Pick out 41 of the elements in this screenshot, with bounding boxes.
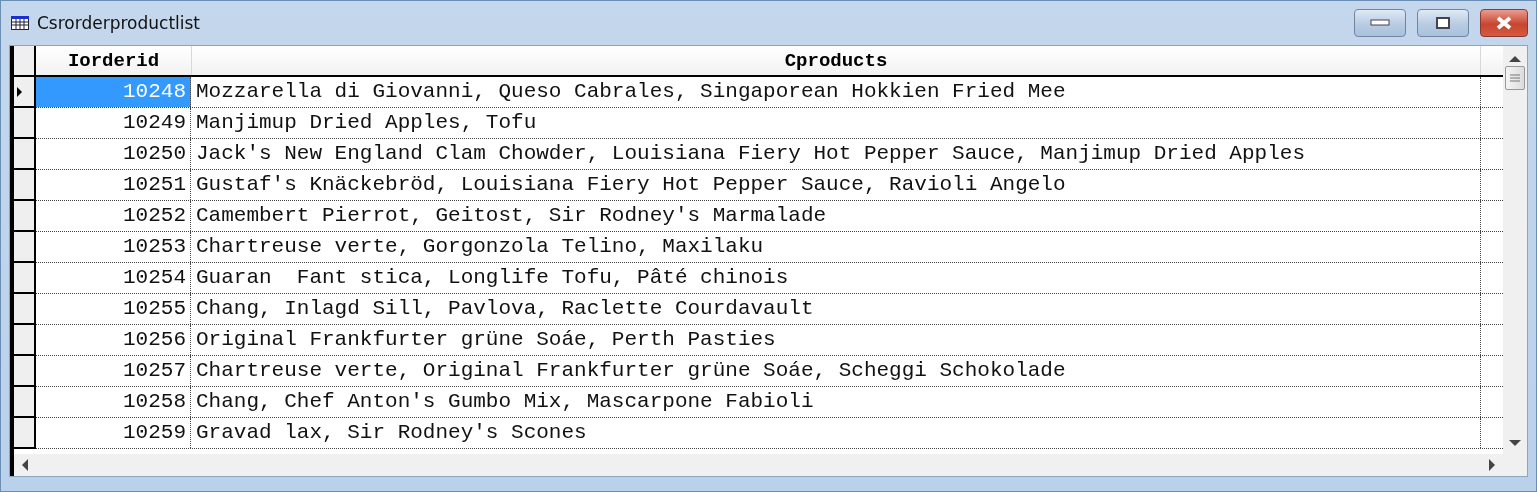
table-icon bbox=[11, 16, 29, 30]
column-header[interactable]: Cproducts bbox=[192, 46, 1481, 75]
row-selector[interactable] bbox=[14, 170, 36, 201]
row-selector[interactable] bbox=[14, 418, 36, 449]
maximize-icon bbox=[1436, 17, 1450, 29]
row-selector[interactable] bbox=[14, 201, 36, 232]
window-title: Csrorderproductlist bbox=[37, 13, 202, 33]
scroll-right-icon[interactable] bbox=[1489, 459, 1495, 471]
column-header[interactable]: Iorderid bbox=[36, 46, 192, 75]
scroll-left-icon[interactable] bbox=[22, 459, 28, 471]
table-cell: Camembert Pierrot, Geitost, Sir Rodney's Marmalade bbox=[191, 201, 1481, 231]
table-cell: Gustaf's Knäckebröd, Louisiana Fiery Hot Pepper Sauce, Ravioli Angelo bbox=[191, 170, 1481, 200]
row-selector[interactable] bbox=[14, 77, 36, 108]
table-cell: Mozzarella di Giovanni, Queso Cabrales, Singaporean Hokkien Fried Mee bbox=[191, 77, 1481, 107]
row-selector[interactable] bbox=[14, 387, 36, 418]
row-selector[interactable] bbox=[14, 294, 36, 325]
row-selector[interactable] bbox=[14, 232, 36, 263]
table-cell: Manjimup Dried Apples, Tofu bbox=[191, 108, 1481, 138]
table-cell: Jack's New England Clam Chowder, Louisiana Fiery Hot Pepper Sauce, Manjimup Dried Apples bbox=[191, 139, 1481, 169]
table-cell: Gravad lax, Sir Rodney's Scones bbox=[191, 418, 1481, 448]
row-selector[interactable] bbox=[14, 325, 36, 356]
table-cell: Chang, Inlagd Sill, Pavlova, Raclette Courdavault bbox=[191, 294, 1481, 324]
table-cell: Guaran Fant stica, Longlife Tofu, Pâté chinois bbox=[191, 263, 1481, 293]
close-icon bbox=[1496, 16, 1512, 30]
scrollbar-thumb[interactable] bbox=[1505, 66, 1525, 90]
maximize-button[interactable] bbox=[1417, 9, 1469, 37]
row-selector[interactable] bbox=[14, 263, 36, 294]
table-cell: Original Frankfurter grüne Soáe, Perth Pasties bbox=[191, 325, 1481, 355]
row-selector[interactable] bbox=[14, 108, 36, 139]
row-selector[interactable] bbox=[14, 139, 36, 170]
table-cell: Chartreuse verte, Original Frankfurter grüne Soáe, Scheggi Schokolade bbox=[191, 356, 1481, 386]
row-selector[interactable] bbox=[14, 356, 36, 387]
close-button[interactable] bbox=[1480, 9, 1528, 37]
table-cell: Chartreuse verte, Gorgonzola Telino, Maxilaku bbox=[191, 232, 1481, 262]
scroll-up-icon[interactable] bbox=[1509, 56, 1521, 62]
minimize-icon bbox=[1370, 19, 1390, 27]
scroll-down-icon[interactable] bbox=[1509, 440, 1521, 446]
grip-icon bbox=[1510, 73, 1520, 83]
table-cell: Chang, Chef Anton's Gumbo Mix, Mascarpone Fabioli bbox=[191, 387, 1481, 417]
table-cell: 10248 bbox=[36, 77, 191, 107]
minimize-button[interactable] bbox=[1354, 9, 1406, 37]
